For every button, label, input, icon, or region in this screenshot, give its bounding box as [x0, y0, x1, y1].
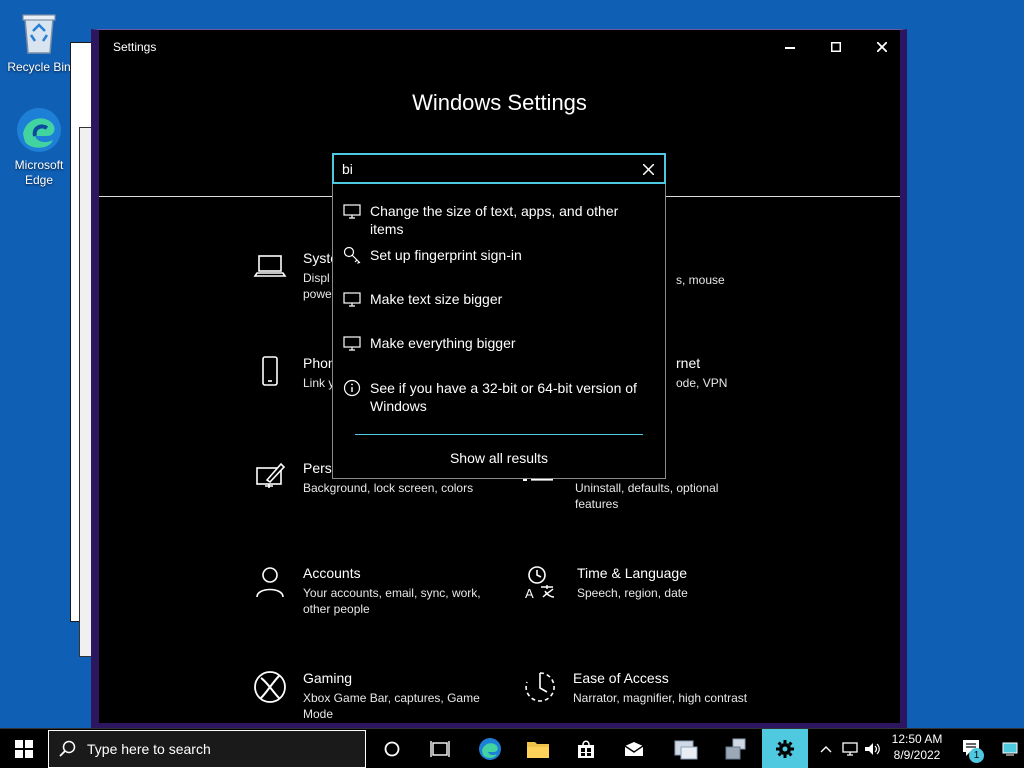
- close-button[interactable]: [859, 30, 900, 64]
- taskbar-search-box[interactable]: Type here to search: [48, 730, 366, 768]
- computer-management-icon: [725, 738, 746, 760]
- maximize-icon: [831, 42, 841, 52]
- time-language-icon: A: [525, 566, 555, 599]
- clear-search-button[interactable]: [638, 159, 658, 179]
- ease-of-access-icon: [525, 672, 555, 702]
- taskbar-app-1[interactable]: [662, 729, 710, 768]
- person-icon: [256, 567, 284, 598]
- mail-icon: [624, 742, 644, 756]
- show-desktop-button[interactable]: [996, 729, 1024, 768]
- taskbar-settings[interactable]: [762, 729, 808, 768]
- search-icon: [59, 740, 76, 757]
- system-clock[interactable]: 12:50 AM 8/9/2022: [886, 731, 948, 763]
- windows-logo-icon: [15, 740, 33, 758]
- clock-date: 8/9/2022: [893, 748, 941, 762]
- network-tray-button[interactable]: [838, 729, 862, 768]
- suggestion-item[interactable]: Make text size bigger: [333, 276, 665, 316]
- suggestion-text: Make everything bigger: [370, 335, 516, 351]
- store-icon: [578, 740, 594, 758]
- desktop-icon-edge[interactable]: Microsoft Edge: [4, 106, 74, 188]
- folder-icon: [527, 742, 549, 758]
- title-bar[interactable]: Settings: [99, 30, 900, 64]
- desktop-icon: [1002, 742, 1018, 756]
- monitor-icon: [343, 336, 361, 351]
- edge-icon: [479, 738, 501, 760]
- volume-tray-button[interactable]: [862, 729, 884, 768]
- show-hidden-icons-button[interactable]: [814, 729, 838, 768]
- window-title: Settings: [113, 40, 157, 54]
- category-desc: Your accounts, email, sync, work, other …: [303, 586, 481, 616]
- cortana-icon: [384, 741, 400, 757]
- monitor-icon: [343, 204, 361, 219]
- category-desc: Background, lock screen, colors: [303, 481, 474, 495]
- start-button[interactable]: [0, 729, 48, 768]
- category-name: rnet: [676, 355, 701, 371]
- info-icon: [343, 379, 361, 397]
- chevron-up-icon: [820, 746, 832, 753]
- maximize-button[interactable]: [813, 30, 859, 64]
- taskbar-store[interactable]: [564, 729, 608, 768]
- suggestion-item[interactable]: See if you have a 32-bit or 64-bit versi…: [333, 365, 665, 415]
- minimize-button[interactable]: [767, 30, 813, 64]
- gear-icon: [776, 740, 794, 758]
- notification-badge: 1: [969, 748, 984, 763]
- search-input[interactable]: [342, 159, 632, 179]
- xbox-icon: [254, 671, 286, 703]
- recycle-bin-icon: [15, 8, 63, 56]
- laptop-icon: [253, 255, 287, 277]
- page-title: Windows Settings: [412, 90, 587, 115]
- category-name: Phon: [303, 355, 336, 371]
- key-icon: [343, 246, 361, 264]
- taskbar-file-explorer[interactable]: [516, 729, 560, 768]
- volume-icon: [865, 743, 880, 755]
- category-desc: Xbox Game Bar, captures, Game Mode: [303, 691, 480, 721]
- category-name: Gaming: [303, 670, 353, 686]
- server-manager-icon: [674, 740, 698, 760]
- suggestion-text: Make text size bigger: [370, 291, 503, 307]
- action-center-button[interactable]: 1: [952, 729, 992, 768]
- taskbar-app-2[interactable]: [714, 729, 758, 768]
- task-view-button[interactable]: [418, 729, 462, 768]
- category-desc: Speech, region, date: [577, 586, 688, 600]
- personalization-icon: [256, 462, 286, 488]
- search-suggestions: Change the size of text, apps, and other…: [332, 184, 666, 479]
- taskbar: Type here to search 12:50 AM 8/9/2022 1: [0, 728, 1024, 768]
- suggestions-divider: [355, 434, 643, 435]
- suggestion-item[interactable]: Set up fingerprint sign-in: [333, 232, 665, 272]
- taskbar-search-placeholder: Type here to search: [87, 741, 211, 757]
- taskbar-mail[interactable]: [612, 729, 656, 768]
- monitor-icon: [343, 292, 361, 307]
- suggestion-item[interactable]: Make everything bigger: [333, 320, 665, 360]
- phone-icon: [262, 356, 278, 386]
- cortana-button[interactable]: [370, 729, 414, 768]
- category-desc: ode, VPN: [676, 376, 728, 390]
- edge-icon: [15, 106, 63, 154]
- taskbar-edge[interactable]: [468, 729, 512, 768]
- desktop-icon-label: Microsoft Edge: [14, 158, 64, 187]
- category-name: Ease of Access: [573, 670, 669, 686]
- task-view-icon: [430, 741, 450, 757]
- category-name: Time & Language: [577, 565, 687, 581]
- close-icon: [642, 163, 654, 175]
- desktop-icon-label: Recycle Bin: [7, 60, 71, 74]
- clock-time: 12:50 AM: [891, 732, 943, 746]
- svg-text:A: A: [525, 586, 534, 599]
- category-desc: Narrator, magnifier, high contrast: [573, 691, 748, 705]
- close-icon: [877, 42, 887, 52]
- show-all-results-button[interactable]: Show all results: [333, 450, 665, 466]
- network-icon: [842, 742, 858, 756]
- suggestion-text: Set up fingerprint sign-in: [370, 247, 522, 263]
- category-name: Accounts: [303, 565, 361, 581]
- search-box[interactable]: [332, 153, 666, 184]
- suggestion-text: See if you have a 32-bit or 64-bit versi…: [370, 380, 637, 414]
- category-desc: s, mouse: [676, 273, 725, 287]
- minimize-icon: [785, 47, 795, 49]
- desktop-icon-recycle-bin[interactable]: Recycle Bin: [4, 8, 74, 75]
- suggestion-item[interactable]: Change the size of text, apps, and other…: [333, 188, 665, 237]
- category-desc: Uninstall, defaults, optional features: [575, 481, 719, 511]
